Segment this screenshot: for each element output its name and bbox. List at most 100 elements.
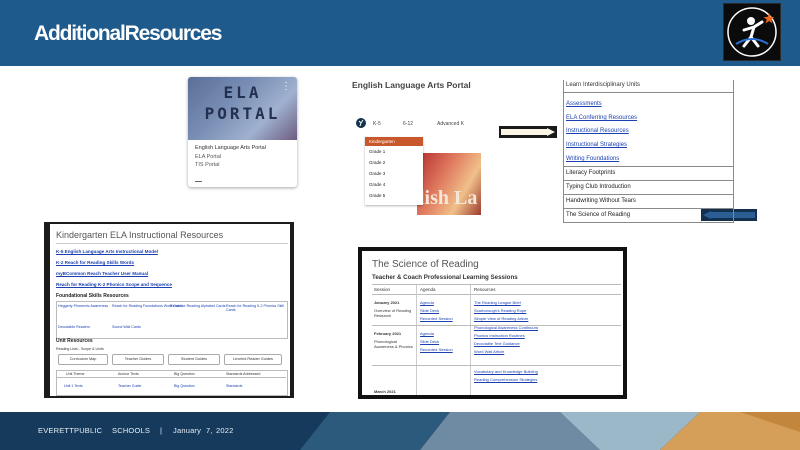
dropdown-item-grade-5[interactable]: Grade 5	[365, 190, 423, 201]
divider	[56, 243, 288, 244]
agenda-link[interactable]: Agenda	[420, 300, 434, 305]
fs-cell[interactable]: Reach for Reading Alphabet Cards	[170, 304, 226, 308]
dropdown-item-grade-4[interactable]: Grade 4	[365, 179, 423, 190]
kinder-link-phonics[interactable]: Reach for Reading K-2 Phonics Scope and …	[56, 282, 172, 287]
resource-link[interactable]: Phonics Instruction Routines	[474, 333, 525, 338]
list-item-science-of-reading[interactable]: The Science of Reading	[566, 212, 630, 218]
portal-nav-item-advanced[interactable]: Advanced K	[437, 121, 464, 127]
kinder-unit-heading: Unit Resources	[56, 338, 93, 344]
school-logo	[723, 3, 781, 61]
agenda-link[interactable]: Slide Deck	[420, 308, 439, 313]
dropdown-item-grade-3[interactable]: Grade 3	[365, 168, 423, 179]
resource-link[interactable]: Scarborough's Reading Rope	[474, 308, 526, 313]
divider	[372, 365, 621, 366]
resource-link[interactable]: Reading Comprehension Strategies	[474, 377, 537, 382]
logo-figure-icon	[727, 7, 777, 57]
portal-hero-text: lish La	[419, 187, 478, 209]
list-item-writing-foundations[interactable]: Writing Foundations	[566, 156, 619, 162]
unit-table-header: Unit Theme	[66, 372, 85, 376]
agenda-link[interactable]: Recorded Session	[420, 347, 453, 352]
portal-hero-image: lish La	[417, 153, 481, 215]
list-item-literacy-footprints[interactable]: Literacy Footprints	[566, 170, 615, 176]
pill-teacher-guides[interactable]: Teacher Guides	[112, 354, 164, 365]
list-item-partial[interactable]: Learn Interdisciplinary Units	[566, 82, 640, 88]
footer-org-2: SCHOOLS	[112, 426, 151, 435]
list-item-instructional-strategies[interactable]: Instructional Strategies	[566, 142, 627, 148]
agenda-link[interactable]: Slide Deck	[420, 339, 439, 344]
session-date: February 2021	[374, 331, 402, 336]
list-item-instructional-resources[interactable]: Instructional Resources	[566, 128, 629, 134]
dropdown-item-grade-2[interactable]: Grade 2	[365, 157, 423, 168]
resource-link[interactable]: The Reading League Brief	[474, 300, 521, 305]
kindergarten-resources-screenshot: Kindergarten ELA Instructional Resources…	[44, 222, 294, 398]
resource-link[interactable]: Phonological Awareness Continuum	[474, 325, 538, 330]
unit-table-cell[interactable]: Standards	[226, 384, 242, 388]
card-title: English Language Arts Portal	[195, 145, 266, 151]
portal-nav-item-612[interactable]: 6-12	[403, 121, 413, 127]
kinder-link-manual[interactable]: myBCommon Reach Teacher User Manual	[56, 271, 148, 276]
unit-table-cell[interactable]: Teacher Guide	[118, 384, 141, 388]
resource-link[interactable]: Word Wall Article	[474, 349, 504, 354]
kinder-title: Kindergarten ELA Instructional Resources	[56, 230, 224, 240]
kinder-foundational-heading: Foundational Skills Resources	[56, 293, 129, 299]
card-menu-icon[interactable]: ⋮	[281, 82, 291, 92]
list-item-handwriting[interactable]: Handwriting Without Tears	[566, 198, 636, 204]
resource-link[interactable]: Decodable Text Guidance	[474, 341, 520, 346]
session-topic: Overview of Reading Research	[374, 308, 412, 318]
unit-table-header: Standards Addressed	[226, 372, 261, 376]
portal-nav: K-5 6-12 Advanced K	[355, 115, 481, 133]
divider	[564, 208, 733, 209]
list-item-assessments[interactable]: Assessments	[566, 101, 602, 107]
session-date: March 2021	[374, 389, 396, 394]
divider	[564, 166, 733, 167]
fs-cell[interactable]: Heggerty Phonemic Awareness	[58, 304, 108, 308]
pill-curriculum-map[interactable]: Curriculum Map	[58, 354, 108, 365]
list-item-typing-club[interactable]: Typing Club Introduction	[566, 184, 631, 190]
divider	[372, 294, 621, 295]
dropdown-item-grade-1[interactable]: Grade 1	[365, 146, 423, 157]
session-topic: Phonological Awareness & Phonics	[374, 339, 413, 349]
footer-day: 7,	[206, 426, 213, 435]
resource-link-list: Learn Interdisciplinary Units Assessment…	[563, 80, 734, 223]
divider	[470, 285, 471, 395]
divider	[372, 284, 621, 285]
portal-nav-item-k5[interactable]: K-5	[373, 121, 381, 127]
pill-leveled-reader[interactable]: Leveled Reader Guides	[224, 354, 282, 365]
science-header-agenda: Agenda	[420, 287, 436, 292]
list-item-conferring[interactable]: ELA Conferring Resources	[566, 115, 637, 121]
fs-cell[interactable]: Reach for Reading K-2 Phonics Skill Card…	[226, 304, 290, 312]
resource-link[interactable]: Vocabulary and Knowledge Building	[474, 369, 538, 374]
divider	[416, 285, 417, 395]
unit-table-cell[interactable]: Big Question	[174, 384, 195, 388]
portal-title: English Language Arts Portal	[352, 80, 471, 90]
agenda-link[interactable]: Recorded Session	[420, 316, 453, 321]
unit-table-header: Big Question	[174, 372, 195, 376]
unit-table-cell[interactable]: Unit 1 Texts	[64, 384, 83, 388]
portal-grade-dropdown[interactable]: Kindergarten Grade 1 Grade 2 Grade 3 Gra…	[365, 137, 423, 205]
divider	[564, 180, 733, 181]
footer-org-1: EVERETTPUBLIC	[38, 426, 103, 435]
kinder-unit-sub: Reading Lists - Scope & Units	[56, 347, 104, 351]
ela-portal-card[interactable]: ELA PORTAL ⋮ English Language Arts Porta…	[188, 77, 297, 187]
footer-month: January	[173, 426, 202, 435]
card-image: ELA PORTAL ⋮	[188, 77, 297, 140]
science-of-reading-screenshot: The Science of Reading Teacher & Coach P…	[358, 247, 627, 399]
science-subtitle: Teacher & Coach Professional Learning Se…	[372, 274, 518, 281]
card-subtitle: ELA Portal	[195, 154, 221, 160]
card-image-text-2: PORTAL	[204, 104, 281, 123]
slide-footer: EVERETTPUBLIC SCHOOLS | January 7, 2022	[0, 412, 800, 450]
footer-year: 2022	[216, 426, 234, 435]
fs-cell[interactable]: Sound Wall Cards	[112, 325, 141, 329]
fs-cell[interactable]: Decodable Readers	[58, 325, 90, 329]
resource-link[interactable]: Simple View of Reading Article	[474, 316, 528, 321]
kinder-link-skills[interactable]: K-2 Reach for Reading Skills Words	[56, 260, 134, 265]
kinder-link-model[interactable]: K-5 English Language Arts Instructional …	[56, 249, 158, 254]
agenda-link[interactable]: Agenda	[420, 331, 434, 336]
pill-student-guides[interactable]: Student Guides	[168, 354, 220, 365]
dropdown-item-kindergarten[interactable]: Kindergarten	[365, 137, 423, 146]
portal-logo-icon	[356, 118, 366, 128]
science-title: The Science of Reading	[372, 259, 479, 270]
card-assignment-icon[interactable]	[195, 176, 202, 182]
session-date: January 2021	[374, 300, 400, 305]
divider	[56, 377, 286, 378]
